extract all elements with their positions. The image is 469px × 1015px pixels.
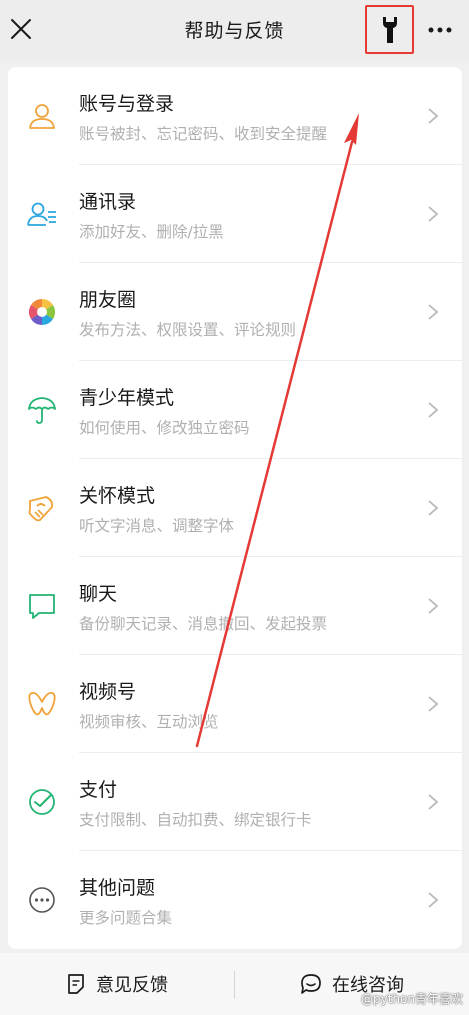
chat-icon [29,594,55,619]
top-bar: 帮助与反馈 [0,0,469,60]
user-icon [29,104,55,129]
topic-desc: 备份聊天记录、消息撤回、发起投票 [79,615,328,633]
topic-label: 青少年模式 [79,387,175,409]
umbrella-icon [28,397,56,424]
topic-label: 视频号 [79,681,137,703]
topic-chat[interactable]: 聊天 备份聊天记录、消息撤回、发起投票 [8,557,462,655]
topic-other[interactable]: 其他问题 更多问题合集 [8,851,462,949]
feedback-button[interactable]: 意见反馈 [0,953,234,1015]
more-circle-icon [29,887,55,913]
topic-label: 其他问题 [79,877,156,899]
chevron-right-icon [428,598,439,614]
topic-pay[interactable]: 支付 支付限制、自动扣费、绑定银行卡 [8,753,462,851]
moments-icon [28,298,56,326]
help-topics-card: 账号与登录 账号被封、忘记密码、收到安全提醒 通讯录 添加好友、删除/拉黑 朋友… [8,67,462,949]
chevron-right-icon [428,794,439,810]
topic-label: 关怀模式 [79,485,156,507]
topic-channels[interactable]: 视频号 视频审核、互动浏览 [8,655,462,753]
chevron-right-icon [428,892,439,908]
topic-desc: 添加好友、删除/拉黑 [79,223,224,241]
topic-label: 账号与登录 [79,93,175,115]
channels-icon [28,692,56,716]
highlight-box [365,5,414,54]
chevron-right-icon [428,206,439,222]
topic-desc: 更多问题合集 [79,909,173,927]
topic-desc: 如何使用、修改独立密码 [79,419,250,437]
topic-account-login[interactable]: 账号与登录 账号被封、忘记密码、收到安全提醒 [8,67,462,165]
topic-desc: 支付限制、自动扣费、绑定银行卡 [79,811,312,829]
chevron-right-icon [428,304,439,320]
topic-desc: 账号被封、忘记密码、收到安全提醒 [79,125,328,143]
topic-contacts[interactable]: 通讯录 添加好友、删除/拉黑 [8,165,462,263]
topic-desc: 发布方法、权限设置、评论规则 [79,321,297,339]
topic-label: 朋友圈 [79,289,137,311]
chevron-right-icon [428,696,439,712]
care-icon [28,496,54,522]
chevron-right-icon [428,108,439,124]
more-icon[interactable] [427,20,453,40]
wrench-icon[interactable] [379,15,401,45]
topic-care-mode[interactable]: 关怀模式 听文字消息、调整字体 [8,459,462,557]
topic-label: 通讯录 [79,191,137,213]
chevron-right-icon [428,500,439,516]
topic-label: 聊天 [79,583,118,605]
consult-chat-icon [301,974,321,994]
topic-desc: 听文字消息、调整字体 [79,517,235,535]
chevron-right-icon [428,402,439,418]
topic-label: 支付 [79,779,118,801]
feedback-icon [68,974,84,994]
topic-teen-mode[interactable]: 青少年模式 如何使用、修改独立密码 [8,361,462,459]
watermark: @python青年喜欢 [361,992,463,1006]
feedback-label: 意见反馈 [96,975,168,996]
contacts-icon [27,202,56,226]
pay-icon [29,789,55,815]
topic-moments[interactable]: 朋友圈 发布方法、权限设置、评论规则 [8,263,462,361]
topic-desc: 视频审核、互动浏览 [79,713,219,731]
